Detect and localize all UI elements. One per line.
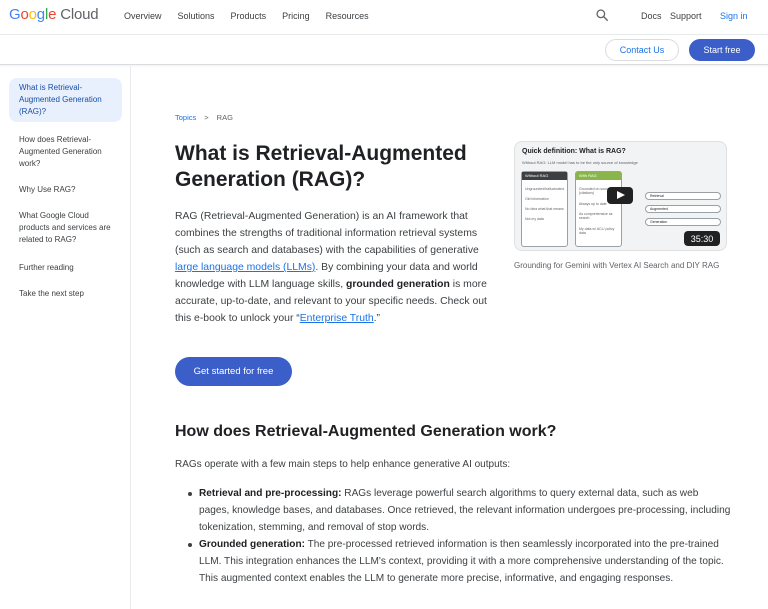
sign-in-link[interactable]: Sign in — [720, 11, 748, 21]
support-link[interactable]: Support — [670, 11, 702, 21]
panel-without-rag: Without RAG Ungrounded/hallucinated Old … — [521, 171, 568, 247]
docs-link[interactable]: Docs — [641, 11, 662, 21]
panel-with-rag: With RAG Grounded on source data (citati… — [575, 171, 622, 247]
google-cloud-logo[interactable]: Google Cloud — [9, 6, 99, 23]
toc-item-what-is-rag[interactable]: What is Retrieval-Augmented Generation (… — [9, 78, 122, 122]
nav-products[interactable]: Products — [231, 11, 267, 21]
toc-item-next-step[interactable]: Take the next step — [19, 288, 119, 300]
search-icon[interactable] — [595, 8, 609, 22]
top-nav: Google Cloud Overview Solutions Products… — [0, 0, 768, 35]
section-intro: RAGs operate with a few main steps to he… — [175, 459, 511, 470]
nav-pricing[interactable]: Pricing — [282, 11, 310, 21]
rag-row-retrieval: Retrieval — [645, 192, 721, 200]
toc-item-further-reading[interactable]: Further reading — [19, 262, 119, 274]
breadcrumb-topics[interactable]: Topics — [175, 113, 196, 122]
rag-row-augmented: Augmented — [645, 205, 721, 213]
enterprise-truth-link[interactable]: Enterprise Truth — [300, 313, 374, 324]
start-free-button[interactable]: Start free — [689, 39, 755, 61]
main-nav: Overview Solutions Products Pricing Reso… — [124, 11, 385, 21]
list-item: Grounded generation: The pre-processed r… — [188, 536, 731, 587]
nav-resources[interactable]: Resources — [326, 11, 369, 21]
toc-item-why-use-rag[interactable]: Why Use RAG? — [19, 184, 119, 196]
page-toc-sidebar: What is Retrieval-Augmented Generation (… — [0, 66, 131, 609]
intro-paragraph: RAG (Retrieval-Augmented Generation) is … — [175, 211, 487, 324]
steps-list: Retrieval and pre-processing: RAGs lever… — [188, 485, 731, 587]
toc-item-how-rag-works[interactable]: How does Retrieval-Augmented Generation … — [19, 134, 119, 170]
nav-solutions[interactable]: Solutions — [178, 11, 215, 21]
contact-us-button[interactable]: Contact Us — [605, 39, 679, 61]
toc-item-related-products[interactable]: What Google Cloud products and services … — [19, 210, 119, 246]
get-started-button[interactable]: Get started for free — [175, 357, 292, 386]
list-item: Retrieval and pre-processing: RAGs lever… — [188, 485, 731, 536]
play-icon[interactable] — [607, 187, 633, 204]
llm-link[interactable]: large language models (LLMs) — [175, 262, 315, 273]
breadcrumb-separator: > — [204, 113, 209, 122]
video-title: Quick definition: What is RAG? — [522, 148, 626, 155]
video-subtitle: Without RAG: LLM model has to be the onl… — [522, 160, 638, 165]
page-title: What is Retrieval-Augmented Generation (… — [175, 142, 467, 191]
video-duration: 35:30 — [684, 231, 720, 246]
video-caption[interactable]: Grounding for Gemini with Vertex AI Sear… — [514, 258, 729, 273]
nav-overview[interactable]: Overview — [124, 11, 162, 21]
rag-row-generation: Generation — [645, 218, 721, 226]
breadcrumb-current: RAG — [216, 113, 233, 122]
action-bar: Contact Us Start free — [0, 35, 768, 65]
breadcrumb: Topics > RAG — [175, 113, 233, 122]
section-heading-how-rag-works: How does Retrieval-Augmented Generation … — [175, 423, 557, 440]
